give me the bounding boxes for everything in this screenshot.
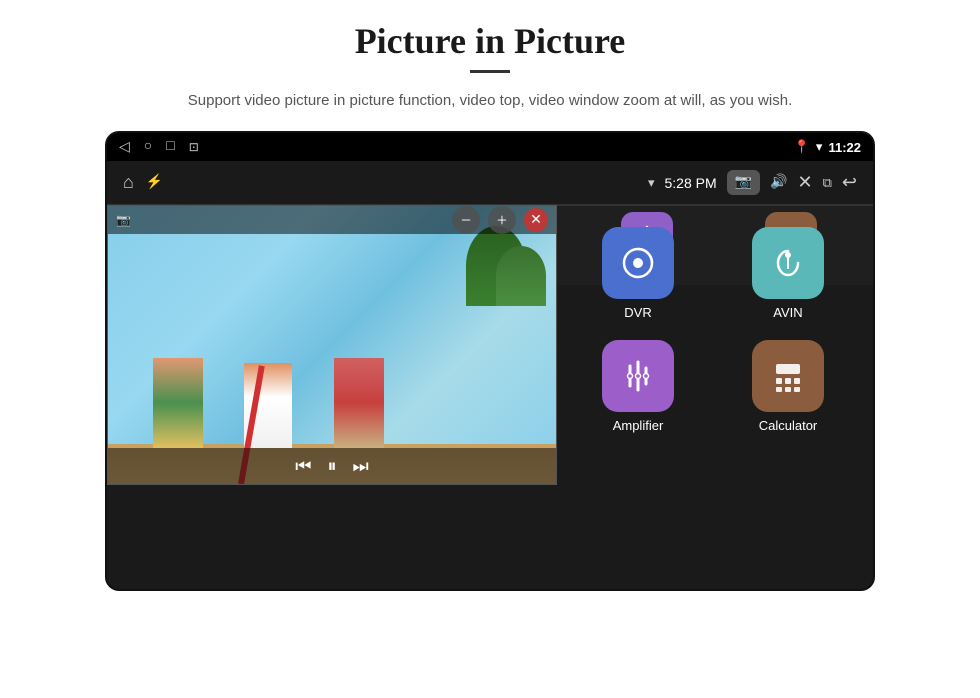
status-bar-left: ◁ ○ □ ⊡ bbox=[119, 139, 199, 156]
app-icon-amplifier bbox=[602, 340, 674, 412]
pip-controls-bar: ⏮ ⏸ ⏭ bbox=[108, 448, 556, 484]
toolbar-time: 5:28 PM bbox=[665, 175, 717, 191]
app-label-calculator: Calculator bbox=[759, 418, 818, 433]
back-toolbar-icon[interactable]: ↩ bbox=[842, 172, 857, 193]
camera-toolbar-icon[interactable]: 📷 bbox=[727, 170, 760, 195]
volume-toolbar-icon[interactable]: 🔊 bbox=[770, 174, 787, 191]
app-item-dvr[interactable]: DVR bbox=[563, 215, 713, 328]
pip-top-bar: 📷 − + ✕ bbox=[108, 206, 556, 234]
app-icon-dvr bbox=[602, 227, 674, 299]
location-icon: 📍 bbox=[794, 139, 810, 155]
pip-camera-icon: 📷 bbox=[116, 213, 131, 228]
close-toolbar-icon[interactable]: ✕ bbox=[798, 172, 813, 193]
app-item-amplifier[interactable]: Amplifier bbox=[563, 328, 713, 441]
page-title: Picture in Picture bbox=[355, 20, 626, 62]
pip-next-btn[interactable]: ⏭ bbox=[353, 456, 369, 477]
video-scene bbox=[108, 206, 556, 484]
app-item-calculator[interactable]: Calculator bbox=[713, 328, 863, 441]
device-frame: ◁ ○ □ ⊡ 📍 ▾ 11:22 ⌂ ⚡ ▾ 5:28 PM 📷 🔊 bbox=[105, 131, 875, 591]
app-label-avin: AVIN bbox=[773, 305, 802, 320]
toolbar: ⌂ ⚡ ▾ 5:28 PM 📷 🔊 ✕ ⧉ ↩ bbox=[107, 161, 873, 205]
pip-maximize-btn[interactable]: + bbox=[488, 206, 516, 234]
app-label-dvr: DVR bbox=[624, 305, 651, 320]
app-grid: DVR AVIN bbox=[553, 205, 873, 225]
usb-toolbar-icon[interactable]: ⚡ bbox=[146, 174, 163, 191]
app-icon-calculator bbox=[752, 340, 824, 412]
app-item-avin[interactable]: AVIN bbox=[713, 215, 863, 328]
page-wrapper: Picture in Picture Support video picture… bbox=[0, 0, 980, 698]
title-divider bbox=[470, 70, 510, 73]
tree-2 bbox=[496, 246, 546, 306]
pip-video[interactable]: 📷 − + ✕ ⏮ ⏸ ⏭ bbox=[107, 205, 557, 485]
status-time: 11:22 bbox=[828, 140, 861, 155]
status-bar-right: 📍 ▾ 11:22 bbox=[794, 139, 861, 155]
avin-svg-icon bbox=[768, 243, 808, 283]
calculator-svg-icon bbox=[768, 356, 808, 396]
person1-body bbox=[153, 358, 203, 448]
pip-top-controls: − + ✕ bbox=[452, 206, 548, 234]
home-nav-icon[interactable]: ○ bbox=[144, 139, 152, 155]
main-content: 📷 − + ✕ ⏮ ⏸ ⏭ bbox=[107, 205, 873, 285]
pip-pause-btn[interactable]: ⏸ bbox=[328, 456, 337, 477]
person3-body bbox=[334, 358, 384, 448]
app-label-amplifier: Amplifier bbox=[613, 418, 664, 433]
pip-toolbar-icon[interactable]: ⧉ bbox=[823, 175, 832, 191]
recent-nav-icon[interactable]: □ bbox=[166, 139, 174, 155]
toolbar-right: ▾ 5:28 PM 📷 🔊 ✕ ⧉ ↩ bbox=[648, 170, 857, 195]
dvr-svg-icon bbox=[618, 243, 658, 283]
back-nav-icon[interactable]: ◁ bbox=[119, 139, 130, 156]
wifi-toolbar-icon: ▾ bbox=[648, 175, 655, 191]
home-toolbar-icon[interactable]: ⌂ bbox=[123, 172, 134, 193]
amplifier-svg-icon bbox=[618, 356, 658, 396]
pip-close-btn[interactable]: ✕ bbox=[524, 208, 548, 232]
app-icon-avin bbox=[752, 227, 824, 299]
status-bar: ◁ ○ □ ⊡ 📍 ▾ 11:22 bbox=[107, 133, 873, 161]
screenshot-nav-icon[interactable]: ⊡ bbox=[189, 140, 199, 155]
pip-minimize-btn[interactable]: − bbox=[452, 206, 480, 234]
page-subtitle: Support video picture in picture functio… bbox=[188, 89, 792, 113]
toolbar-left: ⌂ ⚡ bbox=[123, 172, 163, 193]
pip-prev-btn[interactable]: ⏮ bbox=[295, 456, 311, 477]
wifi-signal-icon: ▾ bbox=[816, 139, 823, 155]
